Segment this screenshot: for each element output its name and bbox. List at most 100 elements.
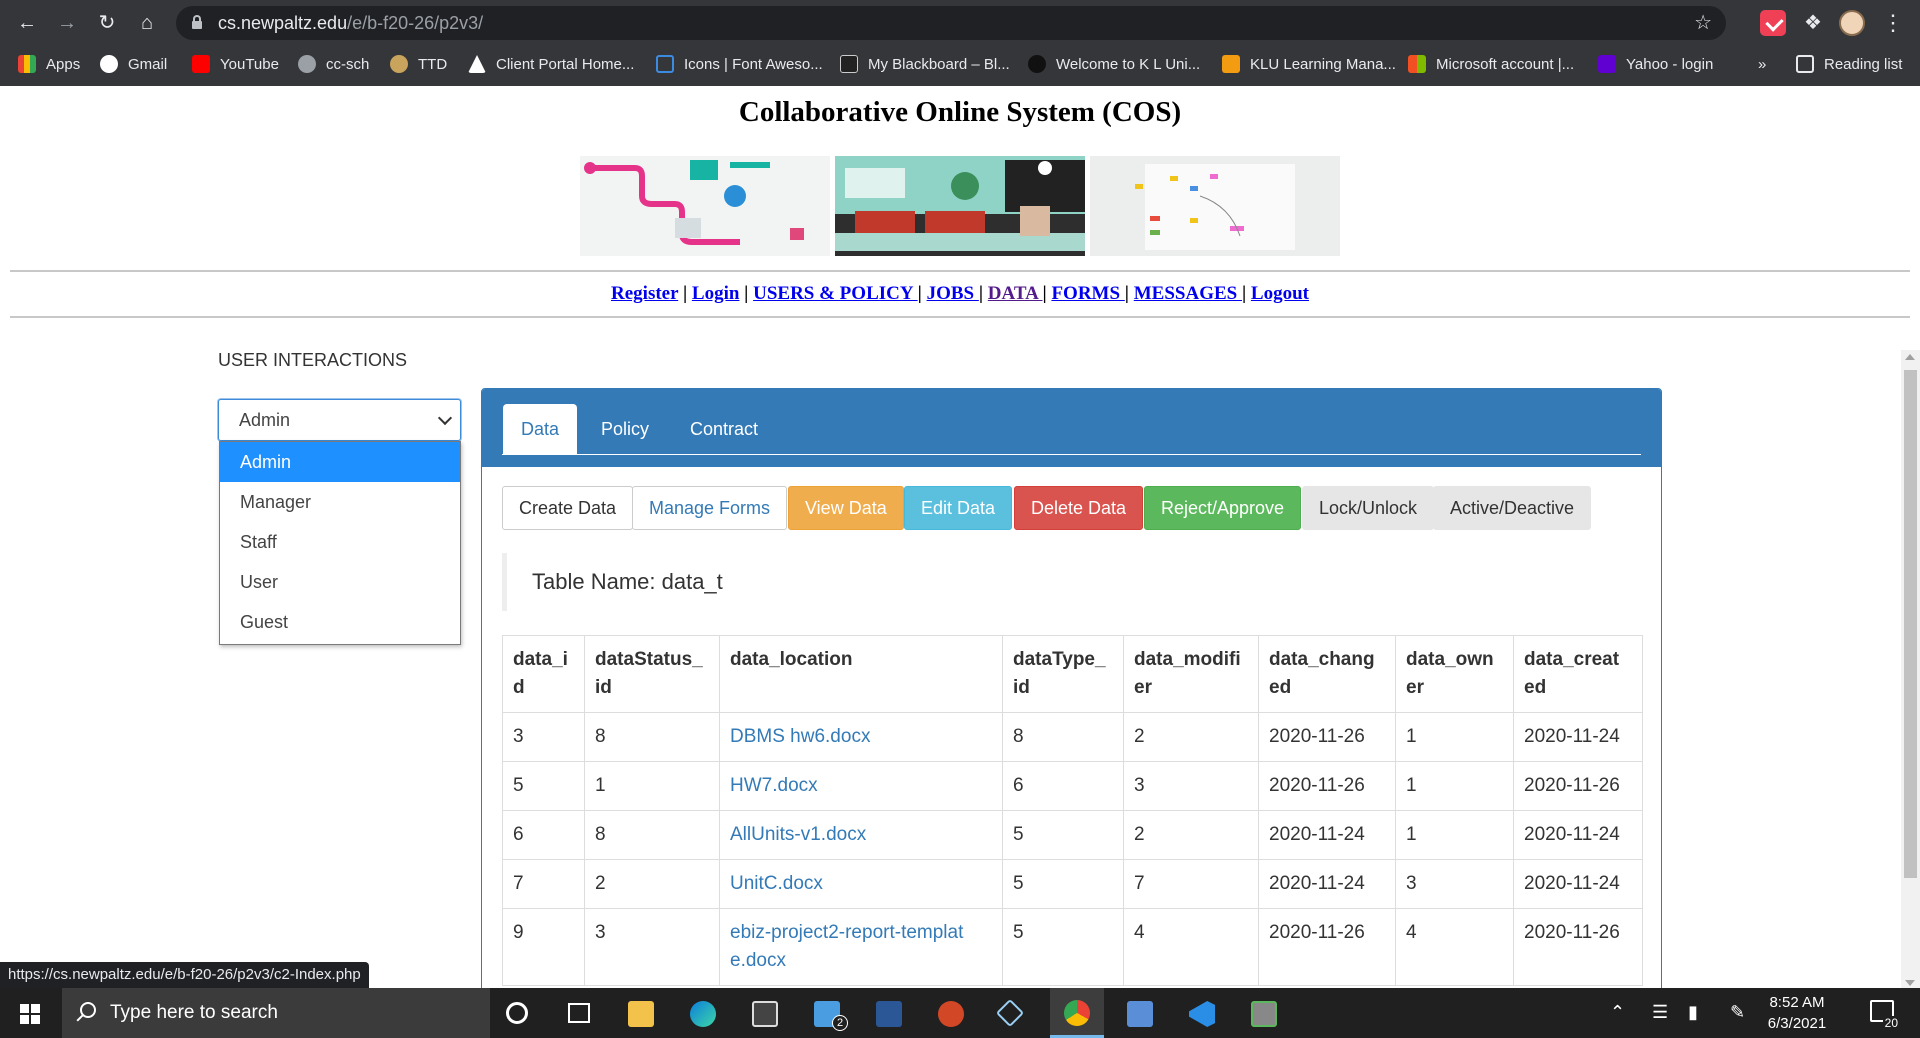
column-header[interactable]: dataType_ id [1002, 635, 1124, 713]
tab-policy[interactable]: Policy [583, 404, 667, 454]
nav-register[interactable]: Register [611, 283, 678, 304]
column-header[interactable]: data_creat ed [1513, 635, 1643, 713]
table-row: 6 8 AllUnits-v1.docx 5 2 2020-11-24 1 20… [502, 810, 1643, 860]
search-icon [80, 1002, 96, 1018]
column-header[interactable]: data_location [719, 635, 1003, 713]
cell-modifier: 7 [1123, 859, 1259, 909]
view-data-button[interactable]: View Data [788, 486, 904, 530]
column-header[interactable]: data_chang ed [1258, 635, 1396, 713]
scrollbar-thumb[interactable] [1904, 370, 1917, 878]
role-option-admin[interactable]: Admin [220, 442, 460, 482]
reject-approve-button[interactable]: Reject/Approve [1144, 486, 1302, 530]
bookmark-youtube[interactable]: YouTube [192, 52, 279, 76]
cell-created: 2020-11-26 [1513, 908, 1643, 986]
3d-viewer-icon[interactable] [995, 998, 1025, 1028]
tab-contract[interactable]: Contract [672, 404, 776, 454]
bookmark-cc-sch[interactable]: cc-sch [298, 52, 369, 76]
cortana-icon[interactable] [506, 1002, 528, 1024]
address-url[interactable]: cs.newpaltz.edu/e/b-f20-26/p2v3/ [218, 13, 483, 34]
cell-data-location-link[interactable]: HW7.docx [719, 761, 1003, 811]
bookmark-star-icon[interactable]: ☆ [1694, 10, 1712, 35]
wifi-icon[interactable]: ☰ [1652, 1002, 1668, 1023]
page-title: Collaborative Online System (COS) [738, 96, 1182, 128]
role-select[interactable]: Admin [218, 399, 461, 441]
bookmark-yahoo[interactable]: Yahoo - login [1598, 52, 1713, 76]
task-view-icon[interactable] [568, 1003, 590, 1023]
create-data-button[interactable]: Create Data [502, 486, 634, 530]
store-icon[interactable] [752, 1001, 778, 1027]
nav-messages[interactable]: MESSAGES [1134, 283, 1242, 304]
mail-icon[interactable]: 2 [814, 1001, 848, 1031]
bookmarks-overflow[interactable]: » [1758, 52, 1766, 76]
edit-data-button[interactable]: Edit Data [904, 486, 1013, 530]
cell-data-location-link[interactable]: UnitC.docx [719, 859, 1003, 909]
bookmark-microsoft-account[interactable]: Microsoft account |... [1408, 52, 1574, 76]
powerpoint-icon[interactable] [938, 1001, 964, 1027]
column-header[interactable]: data_modifi er [1123, 635, 1259, 713]
nav-forms[interactable]: FORMS [1051, 283, 1124, 304]
battery-icon[interactable]: ▮ [1688, 1002, 1698, 1023]
column-header[interactable]: data_i d [502, 635, 585, 713]
pocket-extension-icon[interactable] [1760, 10, 1786, 36]
microsoft-icon [1408, 55, 1426, 73]
app-icon[interactable] [1251, 1001, 1277, 1027]
browser-menu-icon[interactable]: ⋮ [1880, 10, 1906, 36]
bookmark-gmail[interactable]: Gmail [100, 52, 167, 76]
address-bar[interactable]: cs.newpaltz.edu/e/b-f20-26/p2v3/ ☆ [176, 6, 1726, 40]
taskbar-clock[interactable]: 8:52 AM 6/3/2021 [1752, 992, 1842, 1034]
cell-data-location-link[interactable]: ebiz-project2-report-templat e.docx [719, 908, 1003, 986]
page-scrollbar[interactable] [1901, 350, 1920, 990]
bookmark-font-awesome[interactable]: Icons | Font Aweso... [656, 52, 823, 76]
taskbar-search[interactable]: Type here to search [62, 988, 490, 1038]
tab-data[interactable]: Data [503, 404, 578, 454]
cell-owner: 1 [1395, 810, 1514, 860]
edge-icon[interactable] [690, 1001, 716, 1027]
pen-icon[interactable]: ✎ [1730, 1002, 1745, 1023]
cell-data-location-link[interactable]: DBMS hw6.docx [719, 712, 1003, 762]
home-icon[interactable]: ⌂ [132, 8, 162, 38]
scroll-down-icon[interactable] [1905, 980, 1915, 986]
nav-jobs[interactable]: JOBS [927, 283, 979, 304]
lock-unlock-button[interactable]: Lock/Unlock [1302, 486, 1435, 530]
column-header[interactable]: dataStatus_ id [584, 635, 720, 713]
delete-data-button[interactable]: Delete Data [1014, 486, 1144, 530]
bookmark-client-portal[interactable]: Client Portal Home... [468, 52, 634, 76]
nav-data[interactable]: DATA [988, 283, 1043, 304]
vscode-icon[interactable] [1189, 1001, 1215, 1027]
notification-center-icon[interactable]: 20 [1870, 1000, 1900, 1030]
word-icon[interactable] [876, 1001, 902, 1027]
back-icon[interactable]: ← [12, 8, 42, 38]
chrome-taskbar-active[interactable] [1050, 988, 1104, 1038]
file-explorer-icon[interactable] [628, 1001, 654, 1027]
kl-university-icon [1028, 55, 1046, 73]
nav-logout[interactable]: Logout [1251, 283, 1309, 304]
role-option-guest[interactable]: Guest [220, 602, 460, 642]
manage-forms-button[interactable]: Manage Forms [632, 486, 788, 530]
column-header[interactable]: data_own er [1395, 635, 1514, 713]
google-icon [100, 55, 118, 73]
reload-icon[interactable]: ↻ [92, 8, 122, 38]
scroll-up-icon[interactable] [1905, 354, 1915, 360]
active-deactive-button[interactable]: Active/Deactive [1433, 486, 1592, 530]
nav-login[interactable]: Login [692, 283, 740, 304]
role-option-manager[interactable]: Manager [220, 482, 460, 522]
windows-start-icon[interactable] [20, 1004, 40, 1024]
forward-icon[interactable]: → [52, 8, 82, 38]
bookmark-blackboard[interactable]: My Blackboard – Bl... [840, 52, 1010, 76]
bookmark-kl-university[interactable]: Welcome to K L Uni... [1028, 52, 1200, 76]
cell-created: 2020-11-24 [1513, 859, 1643, 909]
bookmark-ttd[interactable]: TTD [390, 52, 447, 76]
tray-expand-icon[interactable]: ⌃ [1610, 1002, 1625, 1023]
cell-changed: 2020-11-24 [1258, 859, 1396, 909]
role-option-user[interactable]: User [220, 562, 460, 602]
data-panel: Data Policy Contract Create Data Manage … [481, 388, 1662, 1038]
network-tool-icon[interactable] [1127, 1001, 1153, 1027]
extensions-puzzle-icon[interactable]: ❖ [1800, 10, 1826, 36]
bookmark-apps[interactable]: Apps [18, 52, 80, 76]
role-option-staff[interactable]: Staff [220, 522, 460, 562]
profile-avatar[interactable] [1839, 10, 1865, 36]
bookmark-klu-learning[interactable]: KLU Learning Mana... [1222, 52, 1396, 76]
nav-users-policy[interactable]: USERS & POLICY [753, 283, 918, 304]
reading-list[interactable]: Reading list [1796, 52, 1902, 76]
cell-data-location-link[interactable]: AllUnits-v1.docx [719, 810, 1003, 860]
